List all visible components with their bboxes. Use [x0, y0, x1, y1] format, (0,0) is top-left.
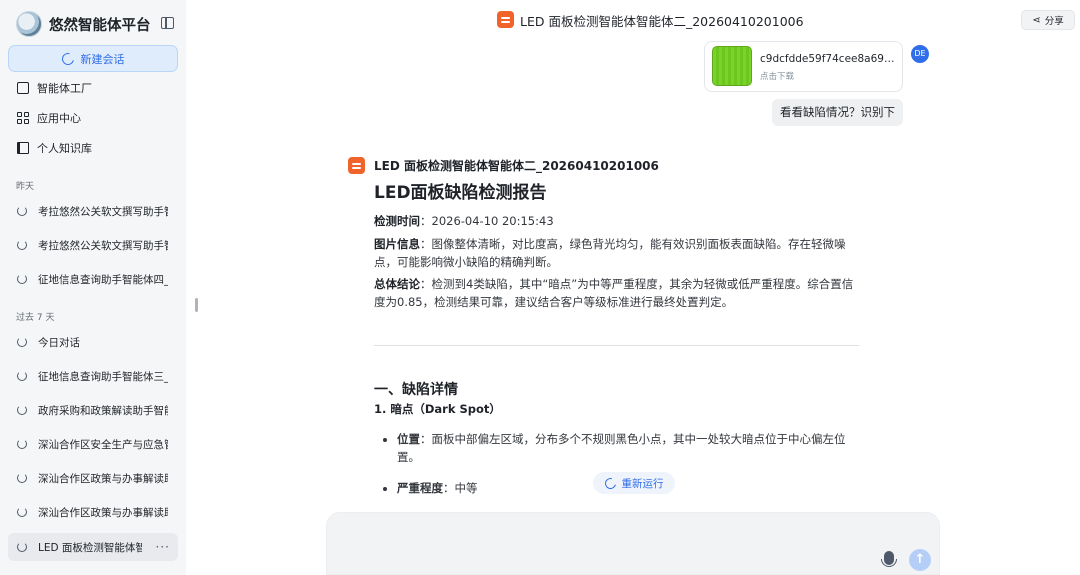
- section-yesterday: 昨天: [16, 182, 35, 192]
- history-item[interactable]: 征地信息查询助手智能体三_20260408: [8, 362, 178, 390]
- chat-history-icon: [17, 405, 27, 415]
- bullet-dot: [383, 438, 387, 442]
- chat-history-icon: [17, 473, 27, 483]
- koala-logo-icon: [16, 11, 42, 37]
- uploaded-file-card[interactable]: c9dcfdde59f74cee8a6951.png 点击下载: [704, 41, 903, 92]
- conclusion-label: 总体结论: [374, 277, 420, 291]
- nav-label: 应用中心: [37, 112, 81, 125]
- history-item-label: 考拉悠然公关软文撰写助手智能体: [38, 205, 168, 218]
- microphone-icon[interactable]: [881, 551, 897, 567]
- chat-input-box: ↑: [326, 512, 940, 575]
- file-name: c9dcfdde59f74cee8a6951.png: [760, 53, 898, 65]
- history-item[interactable]: 政府采购和政策解读助手智能体: [8, 396, 178, 424]
- history-item-label: 征地信息查询助手智能体三_20260408: [38, 370, 168, 383]
- refresh-icon: [59, 50, 76, 67]
- agent-name: LED 面板检测智能体智能体二_20260410201006: [374, 159, 659, 173]
- chat-history-icon: [17, 337, 27, 347]
- history-item-label: 政府采购和政策解读助手智能体: [38, 404, 168, 417]
- brand-title: 悠然智能体平台: [49, 17, 151, 34]
- history-item-label: LED 面板检测智能体智能体二_2026: [38, 541, 142, 554]
- chat-history-icon: [17, 274, 27, 284]
- user-message: 看看缺陷情况？识别下: [772, 99, 903, 126]
- image-info-label: 图片信息: [374, 237, 420, 251]
- history-item[interactable]: 今日对话: [8, 328, 178, 356]
- history-item-label: 征地信息查询助手智能体四_20260409: [38, 273, 168, 286]
- knowledge-book-icon: [17, 142, 29, 154]
- chat-title: LED 面板检测智能体智能体二_20260410201006: [520, 14, 804, 29]
- history-item-label: 考拉悠然公关软文撰写助手智能体: [38, 239, 168, 252]
- history-item-label: 深汕合作区政策与办事解读助手智能体: [38, 506, 168, 519]
- history-item-active[interactable]: LED 面板检测智能体智能体二_2026 ···: [8, 533, 178, 561]
- history-item-label: 今日对话: [38, 336, 80, 349]
- history-item-label: 深汕合作区安全生产与应急管理助手: [38, 438, 168, 451]
- share-button[interactable]: ⋖ 分享: [1021, 10, 1075, 30]
- rerun-button[interactable]: 重新运行: [593, 472, 675, 494]
- download-link[interactable]: 点击下载: [760, 70, 794, 82]
- sidebar: 悠然智能体平台 新建会话 智能体工厂 应用中心 个人知识库 昨天 考拉悠然公关软…: [0, 0, 186, 575]
- detect-time: 检测时间：2026-04-10 20:15:43: [374, 213, 860, 231]
- history-item[interactable]: 考拉悠然公关软文撰写助手智能体: [8, 197, 178, 225]
- new-chat-label: 新建会话: [80, 52, 125, 66]
- nav-label: 智能体工厂: [37, 82, 92, 95]
- sidebar-toggle-icon[interactable]: [161, 17, 174, 29]
- bullet-dot: [383, 487, 387, 491]
- severity-label: 严重程度: [397, 481, 443, 495]
- nav-knowledge-base[interactable]: 个人知识库: [17, 137, 92, 159]
- refresh-icon: [602, 475, 618, 491]
- detect-time-label: 检测时间: [374, 214, 420, 228]
- send-button[interactable]: ↑: [909, 549, 931, 571]
- brand: 悠然智能体平台: [16, 10, 151, 38]
- user-avatar: DE: [911, 45, 929, 63]
- severity-value: ：中等: [443, 481, 478, 495]
- history-item[interactable]: 深汕合作区政策与办事解读助手智能体: [8, 498, 178, 526]
- section-past-7-days: 过去 7 天: [16, 313, 55, 323]
- new-chat-button[interactable]: 新建会话: [8, 45, 178, 72]
- nav-app-center[interactable]: 应用中心: [17, 107, 81, 129]
- history-item[interactable]: 深汕合作区政策与办事解读助手智能体: [8, 464, 178, 492]
- app-grid-icon: [17, 112, 29, 124]
- chat-history-icon: [17, 240, 27, 250]
- history-item[interactable]: 考拉悠然公关软文撰写助手智能体: [8, 231, 178, 259]
- share-label: 分享: [1044, 16, 1064, 27]
- report-title: LED面板缺陷检测报告: [374, 183, 547, 203]
- divider: [374, 345, 859, 346]
- chat-history-icon: [17, 542, 27, 552]
- detect-time-value: ：2026-04-10 20:15:43: [420, 214, 554, 228]
- list-item: 位置：面板中部偏左区域，分布多个不规则黑色小点，其中一处较大暗点位于中心偏左位置…: [383, 431, 853, 466]
- chat-history-icon: [17, 371, 27, 381]
- section-heading: 一、缺陷详情: [374, 382, 458, 398]
- chat-history-icon: [17, 507, 27, 517]
- nav-agent-factory[interactable]: 智能体工厂: [17, 77, 92, 99]
- image-info: 图片信息：图像整体清晰，对比度高，绿色背光均匀，能有效识别面板表面缺陷。存在轻微…: [374, 236, 860, 271]
- more-options-icon[interactable]: ···: [156, 540, 170, 554]
- history-item-label: 深汕合作区政策与办事解读助手智能体: [38, 472, 168, 485]
- chat-history-icon: [17, 206, 27, 216]
- sidebar-resize-handle[interactable]: [195, 298, 198, 312]
- image-info-value: ：图像整体清晰，对比度高，绿色背光均匀，能有效识别面板表面缺陷。存在轻微噪点，可…: [374, 237, 846, 269]
- defect-heading: 1. 暗点（Dark Spot）: [374, 402, 501, 416]
- share-icon: ⋖: [1032, 14, 1041, 26]
- agent-avatar-icon: [348, 157, 365, 174]
- overall-conclusion: 总体结论：检测到4类缺陷，其中“暗点”为中等严重程度，其余为轻微或低严重程度。综…: [374, 276, 860, 311]
- chat-history-icon: [17, 439, 27, 449]
- rerun-label: 重新运行: [621, 477, 664, 490]
- location-label: 位置: [397, 432, 420, 446]
- image-thumbnail: [712, 46, 752, 86]
- agent-factory-icon: [17, 82, 29, 94]
- nav-label: 个人知识库: [37, 142, 92, 155]
- conclusion-value: ：检测到4类缺陷，其中“暗点”为中等严重程度，其余为轻微或低严重程度。综合置信度…: [374, 277, 854, 309]
- history-item[interactable]: 深汕合作区安全生产与应急管理助手: [8, 430, 178, 458]
- message-input[interactable]: [341, 523, 861, 545]
- location-value: ：面板中部偏左区域，分布多个不规则黑色小点，其中一处较大暗点位于中心偏左位置。: [397, 432, 846, 464]
- history-item[interactable]: 征地信息查询助手智能体四_20260409: [8, 265, 178, 293]
- chat-header: LED 面板检测智能体智能体二_20260410201006 ⋖ 分享: [186, 0, 1080, 40]
- agent-avatar-icon: [497, 11, 514, 28]
